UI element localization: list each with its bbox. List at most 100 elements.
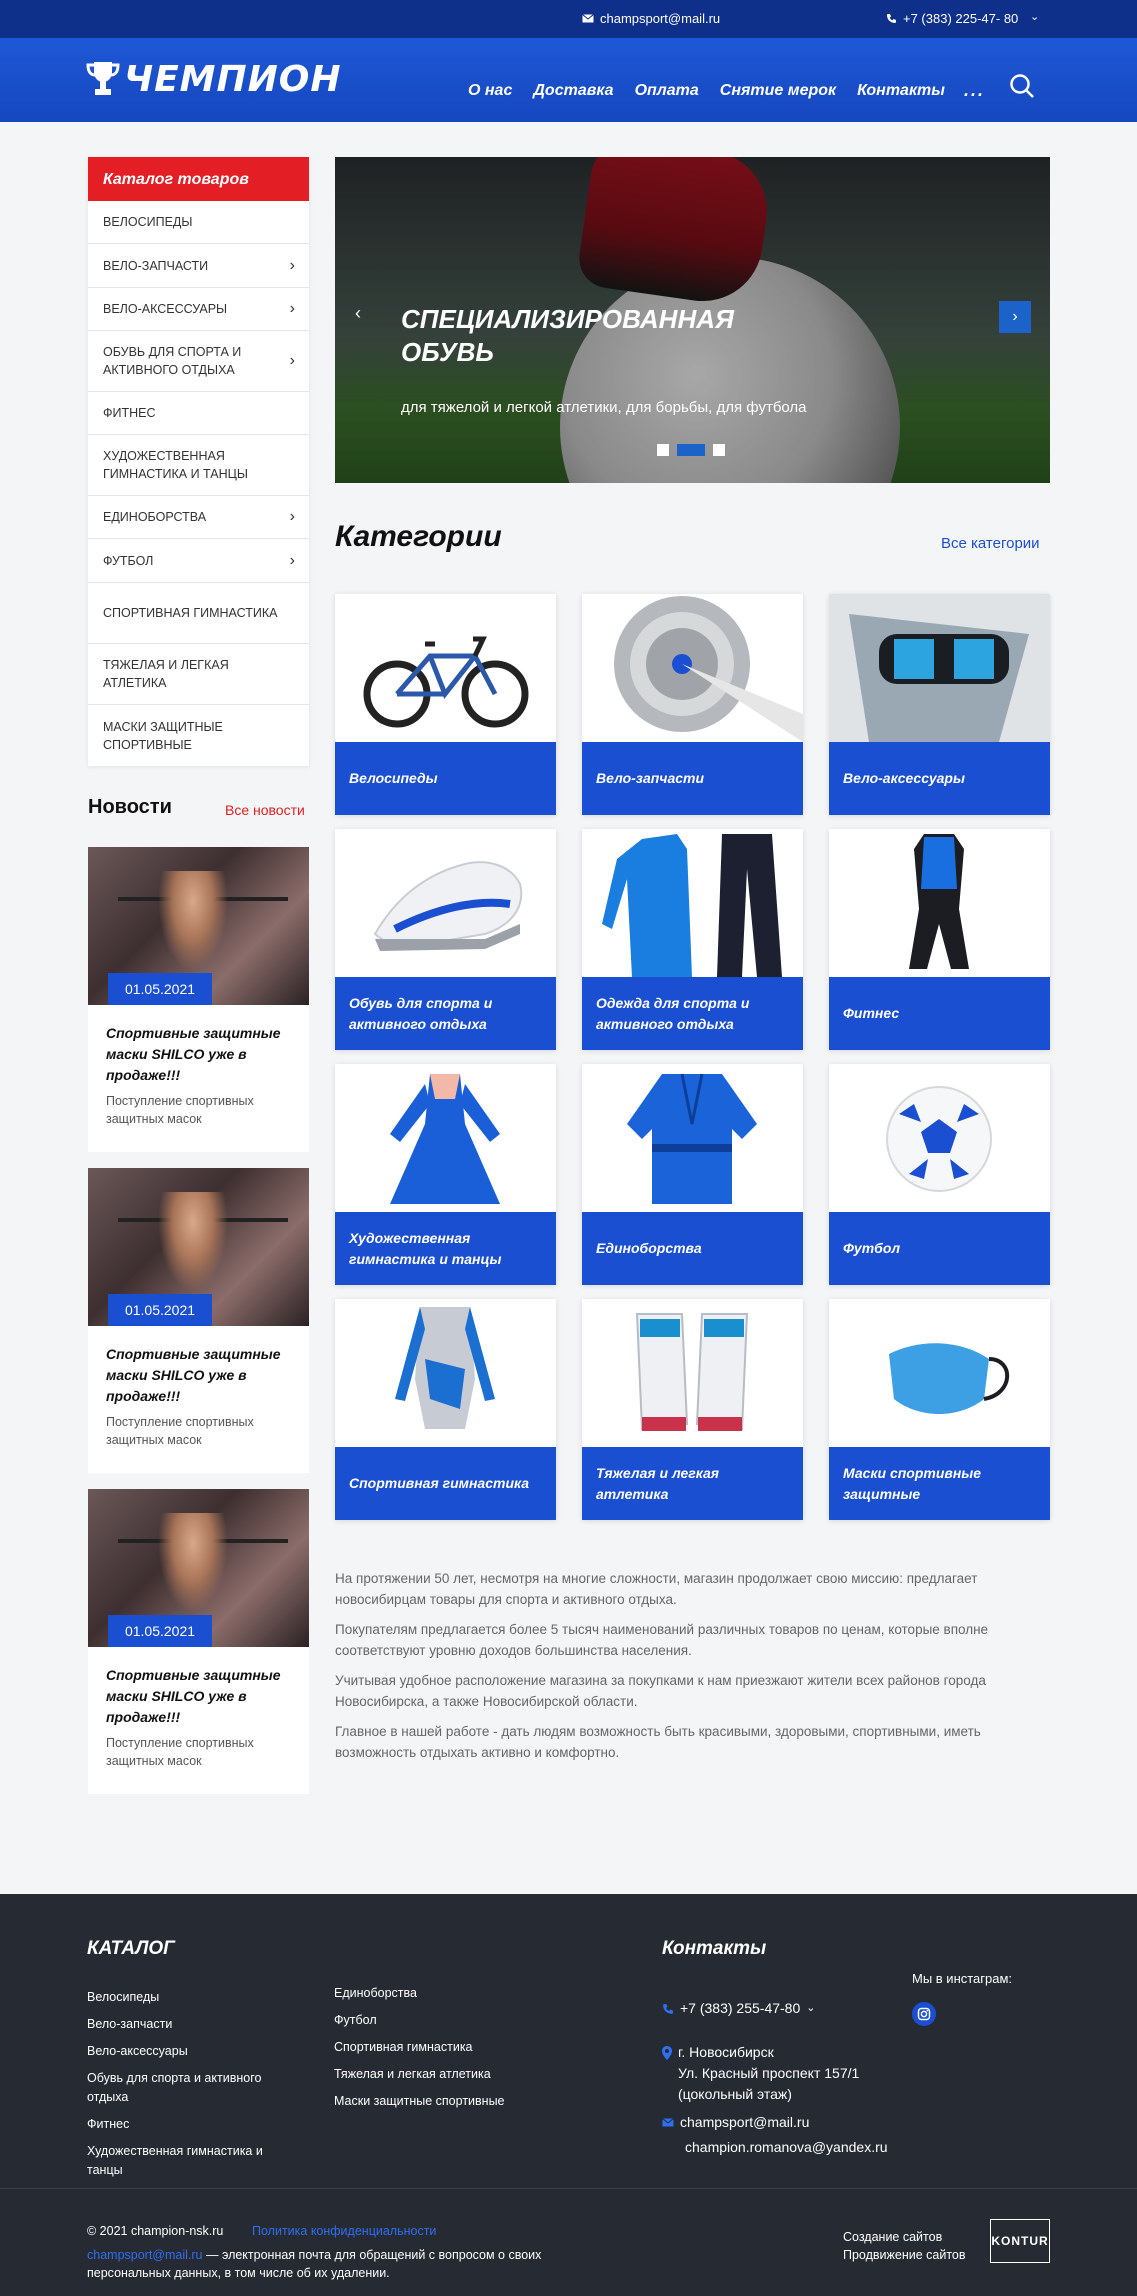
nav-payment[interactable]: Оплата [635, 82, 699, 103]
sidebar-item-masks[interactable]: Маски защитные спортивные [88, 705, 309, 766]
kontur-logo[interactable]: KONTUR [990, 2219, 1050, 2263]
nav-contacts[interactable]: Контакты [857, 82, 945, 103]
category-card-bicycles[interactable]: Велосипеды [335, 594, 556, 815]
news-date: 01.05.2021 [108, 1294, 212, 1326]
news-headline[interactable]: Спортивные защитные маски SHILCO уже в п… [106, 1665, 291, 1728]
footer-note-email[interactable]: champsport@mail.ru [87, 2248, 203, 2262]
dev-link-create[interactable]: Создание сайтов [843, 2228, 942, 2246]
bike-bag-icon [829, 594, 1050, 742]
chevron-down-icon[interactable]: ⌄ [1030, 10, 1039, 23]
footer-link[interactable]: Художественная гимнастика и танцы [87, 2142, 297, 2180]
topbar-phone[interactable]: +7 (383) 225-47- 80 [886, 11, 1018, 26]
category-label: Обувь для спорта и активного отдыха [335, 977, 556, 1050]
topbar-email-text: champsport@mail.ru [600, 11, 721, 26]
footer-note: champsport@mail.ru — электронная почта д… [87, 2246, 607, 2282]
slider-dots [657, 444, 725, 456]
category-card-fitness[interactable]: Фитнес [829, 829, 1050, 1050]
sidebar-item-label: Вело-запчасти [103, 258, 209, 273]
sidebar-item-athletics[interactable]: Тяжелая и легкая атлетика [88, 644, 309, 705]
footer-phone[interactable]: +7 (383) 255-47-80 ⌄ [662, 1998, 815, 2019]
sidebar-item-shoes[interactable]: Обувь для спорта и активного отдыха › [88, 331, 309, 392]
sidebar-item-label: Художественная гимнастика и танцы [103, 449, 248, 481]
nav-more[interactable]: ... [964, 80, 985, 101]
news-excerpt: Поступление спортивных защитных масок [106, 1094, 254, 1126]
category-card-artistic[interactable]: Спортивная гимнастика [335, 1299, 556, 1520]
footer-link[interactable]: Единоборства [334, 1984, 564, 2003]
news-date: 01.05.2021 [108, 973, 212, 1005]
category-label: Вело-аксессуары [829, 742, 1050, 815]
news-excerpt: Поступление спортивных защитных масок [106, 1736, 254, 1768]
footer-email2[interactable]: champion.romanova@yandex.ru [685, 2137, 888, 2158]
chevron-left-icon[interactable]: ‹ [355, 303, 361, 324]
about-paragraph: На протяжении 50 лет, несмотря на многие… [335, 1571, 978, 1607]
footer-link[interactable]: Маски защитные спортивные [334, 2092, 564, 2111]
footer-email1[interactable]: champsport@mail.ru [662, 2112, 809, 2133]
category-card-bike-parts[interactable]: Вело-запчасти [582, 594, 803, 815]
sidebar-item-label: Маски защитные спортивные [103, 719, 223, 752]
news-card[interactable]: 01.05.2021 Спортивные защитные маски SHI… [88, 847, 309, 1152]
sidebar-item-bike-parts[interactable]: Вело-запчасти › [88, 244, 309, 288]
news-headline[interactable]: Спортивные защитные маски SHILCO уже в п… [106, 1344, 291, 1407]
privacy-policy-link[interactable]: Политика конфиденциальности [252, 2222, 436, 2240]
categories-all-link[interactable]: Все категории [941, 535, 1040, 552]
sidebar-item-label: Футбол [103, 553, 154, 568]
category-card-bike-accessories[interactable]: Вело-аксессуары [829, 594, 1050, 815]
category-label: Одежда для спорта и активного отдыха [582, 977, 803, 1050]
category-card-clothing[interactable]: Одежда для спорта и активного отдыха [582, 829, 803, 1050]
sidebar-item-bicycles[interactable]: Велосипеды [88, 201, 309, 244]
sidebar-item-bike-accessories[interactable]: Вело-аксессуары › [88, 288, 309, 331]
footer-email1-text: champsport@mail.ru [680, 2114, 810, 2130]
nav-measurements[interactable]: Снятие мерок [720, 82, 836, 103]
sidebar-item-martial-arts[interactable]: Единоборства › [88, 496, 309, 539]
chevron-down-icon[interactable]: ⌄ [806, 1998, 815, 2019]
top-bar: champsport@mail.ru +7 (383) 225-47- 80 ⌄ [0, 0, 1137, 38]
slider-dot-active[interactable] [677, 444, 705, 456]
footer-link[interactable]: Тяжелая и легкая атлетика [334, 2065, 564, 2084]
category-card-masks[interactable]: Маски спортивные защитные [829, 1299, 1050, 1520]
dev-link-promote[interactable]: Продвижение сайтов [843, 2246, 966, 2264]
footer-copyright: © 2021 champion-nsk.ru [87, 2224, 224, 2238]
category-label: Единоборства [582, 1212, 803, 1285]
footer-link[interactable]: Спортивная гимнастика [334, 2038, 564, 2057]
category-card-football[interactable]: Футбол [829, 1064, 1050, 1285]
sidebar-item-label: Тяжелая и легкая атлетика [103, 658, 229, 690]
footer-catalog-title: КАТАЛОГ [87, 1938, 175, 1959]
chevron-right-icon: › [289, 508, 295, 525]
slider-dot[interactable] [657, 444, 669, 456]
news-card[interactable]: 01.05.2021 Спортивные защитные маски SHI… [88, 1168, 309, 1473]
footer-link[interactable]: Футбол [334, 2011, 564, 2030]
nav-about[interactable]: О нас [468, 82, 512, 103]
mail-icon [582, 14, 594, 23]
sidebar-item-fitness[interactable]: Фитнес [88, 392, 309, 435]
category-card-martial-arts[interactable]: Единоборства [582, 1064, 803, 1285]
face-mask-icon [829, 1299, 1050, 1447]
footer-link[interactable]: Обувь для спорта и активного отдыха [87, 2069, 297, 2107]
news-headline[interactable]: Спортивные защитные маски SHILCO уже в п… [106, 1023, 291, 1086]
footer-link[interactable]: Фитнес [87, 2115, 297, 2134]
category-card-rhythmic[interactable]: Художественная гимнастика и танцы [335, 1064, 556, 1285]
topbar-email[interactable]: champsport@mail.ru [582, 11, 720, 26]
sidebar-item-rhythmic-gymnastics[interactable]: Художественная гимнастика и танцы [88, 435, 309, 496]
category-card-athletics[interactable]: Тяжелая и легкая атлетика [582, 1299, 803, 1520]
footer-link[interactable]: Вело-аксессуары [87, 2042, 297, 2061]
news-all-link[interactable]: Все новости [225, 802, 305, 818]
footer-link[interactable]: Велосипеды [87, 1988, 297, 2007]
chevron-right-icon: › [289, 551, 295, 569]
search-icon[interactable] [1008, 72, 1036, 100]
category-label: Тяжелая и легкая атлетика [582, 1447, 803, 1520]
nav-delivery[interactable]: Доставка [533, 82, 613, 103]
category-label: Вело-запчасти [582, 742, 803, 815]
category-card-shoes[interactable]: Обувь для спорта и активного отдыха [335, 829, 556, 1050]
footer-link[interactable]: Вело-запчасти [87, 2015, 297, 2034]
instagram-icon[interactable] [912, 2002, 936, 2026]
sidebar-item-football[interactable]: Футбол › [88, 539, 309, 583]
news-card[interactable]: 01.05.2021 Спортивные защитные маски SHI… [88, 1489, 309, 1794]
footer-phone-text: +7 (383) 255-47-80 [680, 2000, 801, 2016]
logo[interactable]: ЧЕМПИОН [86, 58, 342, 100]
sidebar-item-artistic-gymnastics[interactable]: Спортивная гимнастика [88, 583, 309, 644]
news-image: 01.05.2021 [88, 1168, 309, 1326]
chevron-right-icon[interactable]: › [999, 301, 1031, 333]
slide-title: СПЕЦИАЛИЗИРОВАННАЯ ОБУВЬ [401, 304, 734, 367]
slider-dot[interactable] [713, 444, 725, 456]
sneaker-icon [335, 829, 556, 977]
